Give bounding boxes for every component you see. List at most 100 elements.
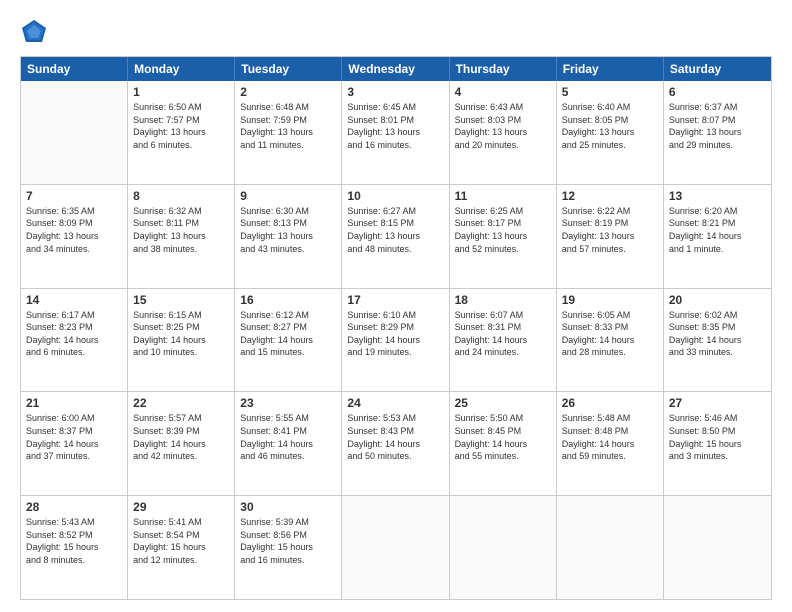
- cal-cell-empty: [342, 496, 449, 599]
- cell-text: Sunrise: 6:37 AMSunset: 8:07 PMDaylight:…: [669, 101, 766, 151]
- cal-cell-day-6: 6 Sunrise: 6:37 AMSunset: 8:07 PMDaylight…: [664, 81, 771, 184]
- cell-text: Sunrise: 5:50 AMSunset: 8:45 PMDaylight:…: [455, 412, 551, 462]
- cell-text: Sunrise: 5:43 AMSunset: 8:52 PMDaylight:…: [26, 516, 122, 566]
- cal-cell-day-9: 9 Sunrise: 6:30 AMSunset: 8:13 PMDaylight…: [235, 185, 342, 288]
- cal-cell-day-11: 11 Sunrise: 6:25 AMSunset: 8:17 PMDayligh…: [450, 185, 557, 288]
- calendar-week-5: 28 Sunrise: 5:43 AMSunset: 8:52 PMDayligh…: [21, 495, 771, 599]
- cal-cell-day-1: 1Sunrise: 6:50 AMSunset: 7:57 PMDaylight…: [128, 81, 235, 184]
- cal-cell-day-22: 22Sunrise: 5:57 AMSunset: 8:39 PMDayligh…: [128, 392, 235, 495]
- cal-cell-day-30: 30 Sunrise: 5:39 AMSunset: 8:56 PMDayligh…: [235, 496, 342, 599]
- cell-text: Sunrise: 6:15 AMSunset: 8:25 PMDaylight:…: [133, 309, 229, 359]
- header-day-monday: Monday: [128, 57, 235, 81]
- cell-text: Sunrise: 5:55 AMSunset: 8:41 PMDaylight:…: [240, 412, 336, 462]
- cell-text: Sunrise: 6:17 AMSunset: 8:23 PMDaylight:…: [26, 309, 122, 359]
- cell-text: Sunrise: 6:02 AMSunset: 8:35 PMDaylight:…: [669, 309, 766, 359]
- day-number: 9: [240, 189, 336, 203]
- cell-text: Sunrise: 6:45 AMSunset: 8:01 PMDaylight:…: [347, 101, 443, 151]
- cell-text: Sunrise: 6:32 AMSunset: 8:11 PMDaylight:…: [133, 205, 229, 255]
- cell-text: Sunrise: 6:30 AMSunset: 8:13 PMDaylight:…: [240, 205, 336, 255]
- cal-cell-empty: [450, 496, 557, 599]
- cell-text: Sunrise: 6:48 AMSunset: 7:59 PMDaylight:…: [240, 101, 336, 151]
- day-number: 7: [26, 189, 122, 203]
- calendar-body: 1Sunrise: 6:50 AMSunset: 7:57 PMDaylight…: [21, 81, 771, 599]
- cal-cell-day-19: 19 Sunrise: 6:05 AMSunset: 8:33 PMDayligh…: [557, 289, 664, 392]
- cell-text: Sunrise: 5:46 AMSunset: 8:50 PMDaylight:…: [669, 412, 766, 462]
- cal-cell-empty: [557, 496, 664, 599]
- cal-cell-day-7: 7 Sunrise: 6:35 AMSunset: 8:09 PMDaylight…: [21, 185, 128, 288]
- day-number: 16: [240, 293, 336, 307]
- logo: [20, 18, 52, 46]
- header-day-friday: Friday: [557, 57, 664, 81]
- cal-cell-day-18: 18Sunrise: 6:07 AMSunset: 8:31 PMDayligh…: [450, 289, 557, 392]
- cal-cell-day-20: 20 Sunrise: 6:02 AMSunset: 8:35 PMDayligh…: [664, 289, 771, 392]
- cell-text: Sunrise: 5:48 AMSunset: 8:48 PMDaylight:…: [562, 412, 658, 462]
- day-number: 14: [26, 293, 122, 307]
- cal-cell-empty: [21, 81, 128, 184]
- day-number: 3: [347, 85, 443, 99]
- cell-text: Sunrise: 5:39 AMSunset: 8:56 PMDaylight:…: [240, 516, 336, 566]
- day-number: 26: [562, 396, 658, 410]
- cell-text: Sunrise: 6:10 AMSunset: 8:29 PMDaylight:…: [347, 309, 443, 359]
- day-number: 18: [455, 293, 551, 307]
- cell-text: Sunrise: 6:43 AMSunset: 8:03 PMDaylight:…: [455, 101, 551, 151]
- day-number: 24: [347, 396, 443, 410]
- cell-text: Sunrise: 6:05 AMSunset: 8:33 PMDaylight:…: [562, 309, 658, 359]
- cell-text: Sunrise: 5:41 AMSunset: 8:54 PMDaylight:…: [133, 516, 229, 566]
- cal-cell-day-27: 27Sunrise: 5:46 AMSunset: 8:50 PMDayligh…: [664, 392, 771, 495]
- day-number: 29: [133, 500, 229, 514]
- cell-text: Sunrise: 6:12 AMSunset: 8:27 PMDaylight:…: [240, 309, 336, 359]
- cal-cell-day-10: 10 Sunrise: 6:27 AMSunset: 8:15 PMDayligh…: [342, 185, 449, 288]
- day-number: 1: [133, 85, 229, 99]
- day-number: 13: [669, 189, 766, 203]
- header-day-tuesday: Tuesday: [235, 57, 342, 81]
- cal-cell-day-2: 2Sunrise: 6:48 AMSunset: 7:59 PMDaylight…: [235, 81, 342, 184]
- cal-cell-day-17: 17 Sunrise: 6:10 AMSunset: 8:29 PMDayligh…: [342, 289, 449, 392]
- calendar-week-2: 7 Sunrise: 6:35 AMSunset: 8:09 PMDaylight…: [21, 184, 771, 288]
- day-number: 4: [455, 85, 551, 99]
- cal-cell-day-3: 3 Sunrise: 6:45 AMSunset: 8:01 PMDaylight…: [342, 81, 449, 184]
- cell-text: Sunrise: 6:35 AMSunset: 8:09 PMDaylight:…: [26, 205, 122, 255]
- header-day-wednesday: Wednesday: [342, 57, 449, 81]
- cal-cell-day-12: 12 Sunrise: 6:22 AMSunset: 8:19 PMDayligh…: [557, 185, 664, 288]
- day-number: 28: [26, 500, 122, 514]
- calendar-week-3: 14 Sunrise: 6:17 AMSunset: 8:23 PMDayligh…: [21, 288, 771, 392]
- cal-cell-day-16: 16 Sunrise: 6:12 AMSunset: 8:27 PMDayligh…: [235, 289, 342, 392]
- cal-cell-day-15: 15Sunrise: 6:15 AMSunset: 8:25 PMDayligh…: [128, 289, 235, 392]
- day-number: 17: [347, 293, 443, 307]
- calendar-week-1: 1Sunrise: 6:50 AMSunset: 7:57 PMDaylight…: [21, 81, 771, 184]
- cal-cell-day-8: 8 Sunrise: 6:32 AMSunset: 8:11 PMDaylight…: [128, 185, 235, 288]
- cell-text: Sunrise: 6:25 AMSunset: 8:17 PMDaylight:…: [455, 205, 551, 255]
- day-number: 10: [347, 189, 443, 203]
- header-day-saturday: Saturday: [664, 57, 771, 81]
- day-number: 22: [133, 396, 229, 410]
- cal-cell-day-23: 23 Sunrise: 5:55 AMSunset: 8:41 PMDayligh…: [235, 392, 342, 495]
- cell-text: Sunrise: 6:40 AMSunset: 8:05 PMDaylight:…: [562, 101, 658, 151]
- cell-text: Sunrise: 6:22 AMSunset: 8:19 PMDaylight:…: [562, 205, 658, 255]
- day-number: 11: [455, 189, 551, 203]
- day-number: 23: [240, 396, 336, 410]
- cal-cell-day-29: 29 Sunrise: 5:41 AMSunset: 8:54 PMDayligh…: [128, 496, 235, 599]
- day-number: 21: [26, 396, 122, 410]
- cal-cell-day-5: 5 Sunrise: 6:40 AMSunset: 8:05 PMDaylight…: [557, 81, 664, 184]
- day-number: 12: [562, 189, 658, 203]
- day-number: 20: [669, 293, 766, 307]
- calendar-header-row: SundayMondayTuesdayWednesdayThursdayFrid…: [21, 57, 771, 81]
- calendar-week-4: 21Sunrise: 6:00 AMSunset: 8:37 PMDayligh…: [21, 391, 771, 495]
- cal-cell-day-28: 28 Sunrise: 5:43 AMSunset: 8:52 PMDayligh…: [21, 496, 128, 599]
- cal-cell-day-4: 4 Sunrise: 6:43 AMSunset: 8:03 PMDaylight…: [450, 81, 557, 184]
- day-number: 19: [562, 293, 658, 307]
- cal-cell-day-26: 26 Sunrise: 5:48 AMSunset: 8:48 PMDayligh…: [557, 392, 664, 495]
- cal-cell-day-13: 13 Sunrise: 6:20 AMSunset: 8:21 PMDayligh…: [664, 185, 771, 288]
- cal-cell-day-14: 14 Sunrise: 6:17 AMSunset: 8:23 PMDayligh…: [21, 289, 128, 392]
- cal-cell-day-25: 25Sunrise: 5:50 AMSunset: 8:45 PMDayligh…: [450, 392, 557, 495]
- day-number: 6: [669, 85, 766, 99]
- header-day-thursday: Thursday: [450, 57, 557, 81]
- day-number: 30: [240, 500, 336, 514]
- cell-text: Sunrise: 5:53 AMSunset: 8:43 PMDaylight:…: [347, 412, 443, 462]
- cal-cell-day-24: 24 Sunrise: 5:53 AMSunset: 8:43 PMDayligh…: [342, 392, 449, 495]
- day-number: 8: [133, 189, 229, 203]
- day-number: 5: [562, 85, 658, 99]
- logo-icon: [20, 18, 48, 46]
- cell-text: Sunrise: 6:27 AMSunset: 8:15 PMDaylight:…: [347, 205, 443, 255]
- cell-text: Sunrise: 6:20 AMSunset: 8:21 PMDaylight:…: [669, 205, 766, 255]
